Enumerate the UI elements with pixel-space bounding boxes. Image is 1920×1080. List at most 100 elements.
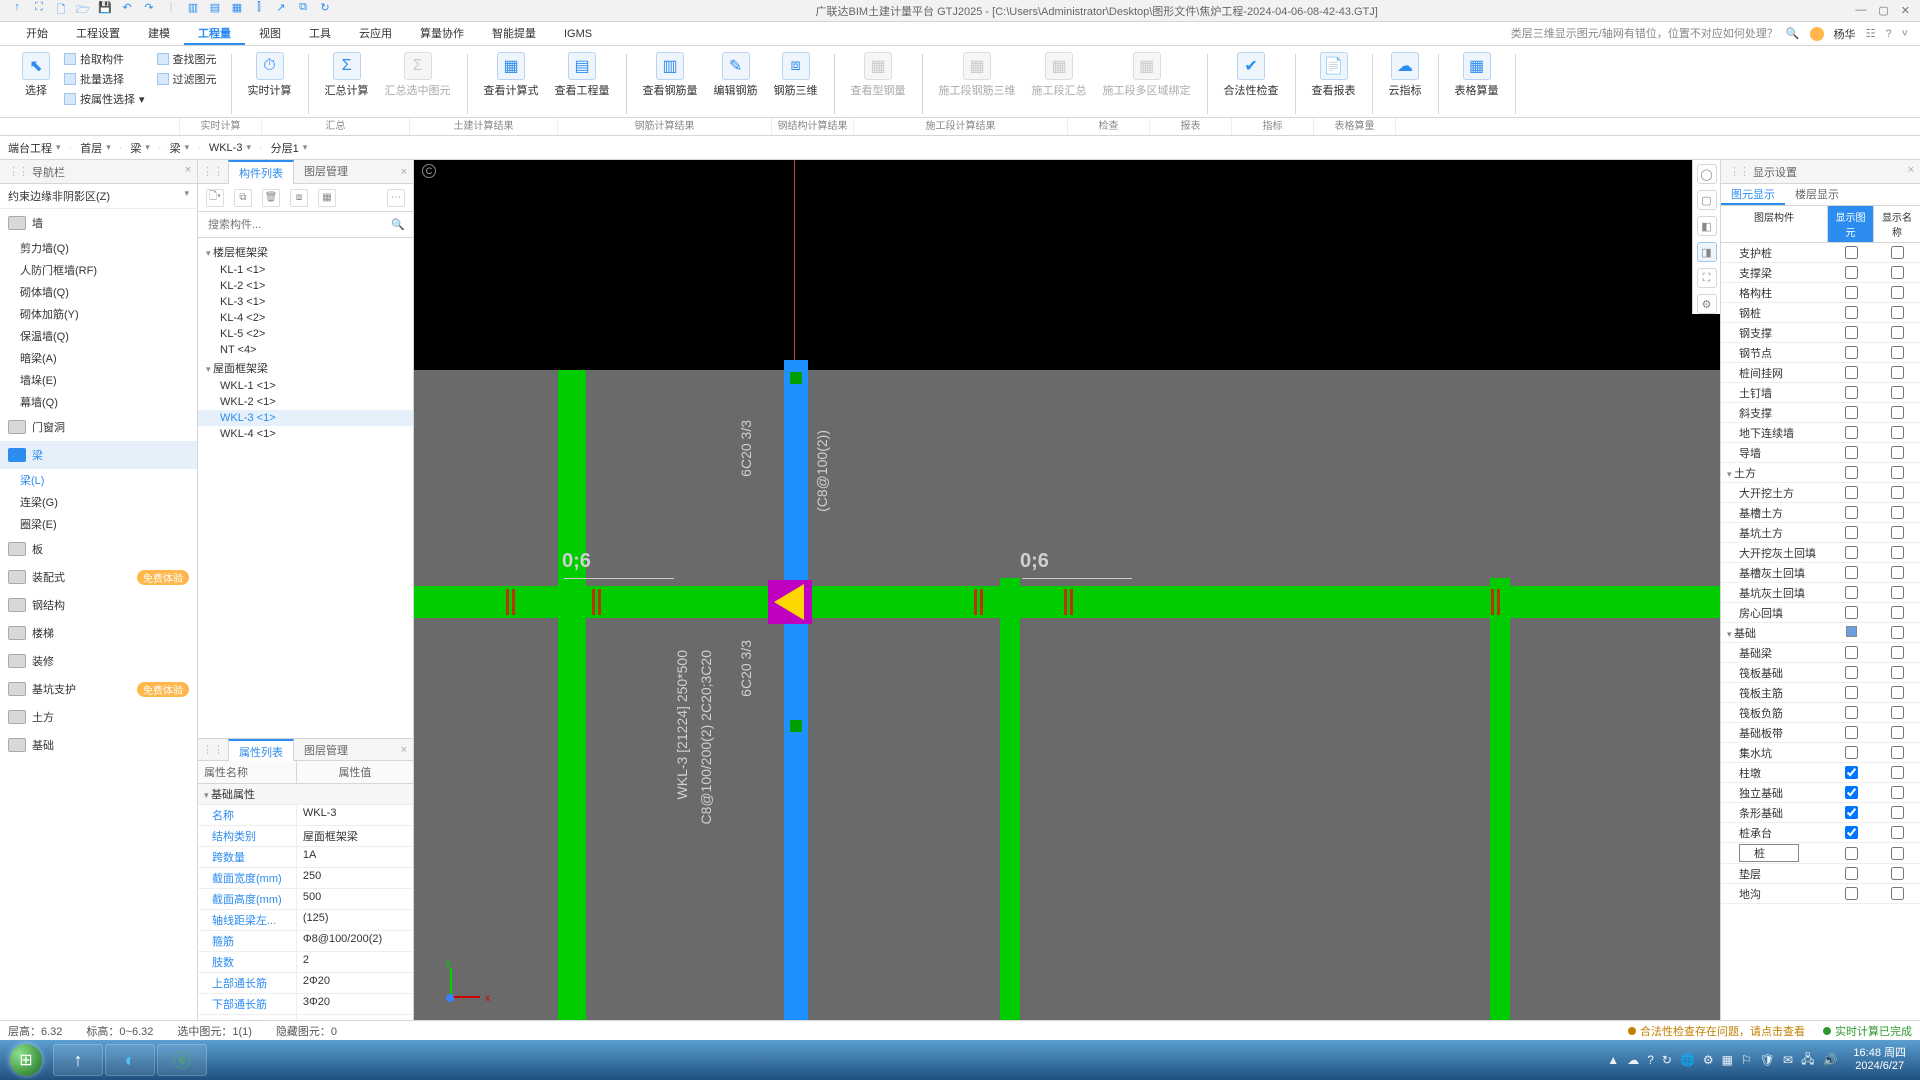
display-item[interactable]: 筏板主筋	[1721, 683, 1920, 703]
ribbon-button[interactable]: ☁云指标	[1383, 50, 1428, 100]
show-element-checkbox[interactable]	[1845, 446, 1858, 459]
close-button[interactable]: ✕	[1901, 4, 1910, 17]
tree-item[interactable]: WKL-4 <1>	[198, 426, 413, 442]
nav-item[interactable]: 暗梁(A)	[0, 347, 197, 369]
select-by-prop-button[interactable]: 按属性选择 ▾	[60, 90, 149, 108]
property-row[interactable]: 上部通长筋2Φ20	[198, 973, 413, 994]
show-element-checkbox[interactable]	[1845, 786, 1858, 799]
delete-button[interactable]: 🗑	[262, 189, 280, 207]
property-row[interactable]: 轴线距梁左...(125)	[198, 910, 413, 931]
show-name-checkbox[interactable]	[1891, 286, 1904, 299]
more-button[interactable]: ⋯	[387, 189, 405, 207]
show-name-checkbox[interactable]	[1891, 246, 1904, 259]
show-name-checkbox[interactable]	[1891, 706, 1904, 719]
avatar-icon[interactable]	[1810, 27, 1824, 41]
nav-item[interactable]: 剪力墙(Q)	[0, 237, 197, 259]
ribbon-button[interactable]: Σ汇总计算	[319, 50, 375, 100]
show-element-checkbox[interactable]	[1845, 546, 1858, 559]
display-item[interactable]: 支撑梁	[1721, 263, 1920, 283]
qat-icon[interactable]: ⫿	[252, 1, 266, 20]
show-name-checkbox[interactable]	[1891, 266, 1904, 279]
tray-icon[interactable]: ▲	[1607, 1053, 1619, 1067]
nav-item[interactable]: 幕墙(Q)	[0, 391, 197, 413]
tray-icon[interactable]: 🔊	[1822, 1053, 1837, 1067]
show-name-checkbox[interactable]	[1891, 366, 1904, 379]
close-icon[interactable]: ×	[1908, 164, 1914, 176]
show-name-checkbox[interactable]	[1891, 867, 1904, 880]
qat-icon[interactable]: ▤	[208, 1, 222, 20]
property-row[interactable]: 肢数2	[198, 952, 413, 973]
display-item[interactable]: 基槽灰土回填	[1721, 563, 1920, 583]
show-name-checkbox[interactable]	[1891, 566, 1904, 579]
display-item[interactable]: 垫层	[1721, 864, 1920, 884]
tree-item[interactable]: KL-2 <1>	[198, 278, 413, 294]
export-button[interactable]: ▦	[318, 189, 336, 207]
show-element-checkbox[interactable]	[1845, 706, 1858, 719]
nav-cat-door[interactable]: 门窗洞	[0, 413, 197, 441]
show-element-checkbox[interactable]	[1845, 266, 1858, 279]
maximize-button[interactable]: ▢	[1878, 4, 1888, 17]
tree-item[interactable]: WKL-2 <1>	[198, 394, 413, 410]
qat-icon[interactable]: 💾	[98, 1, 112, 20]
display-group[interactable]: 基础	[1721, 623, 1920, 643]
show-name-checkbox[interactable]	[1891, 847, 1904, 860]
menu-3[interactable]: 工程量	[184, 22, 245, 45]
tree-item[interactable]: WKL-3 <1>	[198, 410, 413, 426]
close-icon[interactable]: ×	[185, 164, 191, 176]
show-element-checkbox[interactable]	[1845, 887, 1858, 900]
display-item[interactable]: 格构柱	[1721, 283, 1920, 303]
batch-select-button[interactable]: 批量选择	[60, 70, 149, 88]
show-element-checkbox[interactable]	[1845, 806, 1858, 819]
nav-item[interactable]: 连梁(G)	[0, 491, 197, 513]
show-element-checkbox[interactable]	[1845, 486, 1858, 499]
display-item[interactable]: 钢节点	[1721, 343, 1920, 363]
display-item[interactable]: 筏板负筋	[1721, 703, 1920, 723]
show-element-checkbox[interactable]	[1845, 326, 1858, 339]
property-row[interactable]: 名称WKL-3	[198, 805, 413, 826]
type-dropdown[interactable]: 梁	[170, 140, 190, 156]
show-name-checkbox[interactable]	[1891, 506, 1904, 519]
show-element-checkbox[interactable]	[1845, 426, 1858, 439]
tree-group[interactable]: 楼层框架梁	[198, 242, 413, 262]
property-row[interactable]: 结构类别屋面框架梁	[198, 826, 413, 847]
tree-item[interactable]: NT <4>	[198, 342, 413, 358]
view-mode-button[interactable]: ◨	[1697, 242, 1717, 262]
show-name-checkbox[interactable]	[1891, 646, 1904, 659]
show-name-checkbox[interactable]	[1891, 726, 1904, 739]
display-item[interactable]: 柱墩	[1721, 763, 1920, 783]
ribbon-button[interactable]: ⧈钢筋三维	[768, 50, 824, 100]
start-button[interactable]: ⊞	[0, 1040, 52, 1080]
menu-0[interactable]: 开始	[12, 22, 62, 45]
show-name-checkbox[interactable]	[1891, 626, 1904, 639]
show-name-checkbox[interactable]	[1891, 766, 1904, 779]
show-name-checkbox[interactable]	[1891, 446, 1904, 459]
display-item[interactable]: 桩间挂网	[1721, 363, 1920, 383]
ribbon-button[interactable]: ▥查看钢筋量	[637, 50, 704, 100]
display-item[interactable]: 基础板带	[1721, 723, 1920, 743]
nav-cat[interactable]: 装配式免费体验	[0, 563, 197, 591]
show-element-checkbox[interactable]	[1845, 386, 1858, 399]
ribbon-button[interactable]: 📄查看报表	[1306, 50, 1362, 100]
show-name-checkbox[interactable]	[1891, 306, 1904, 319]
tray-icon[interactable]: ?	[1647, 1053, 1654, 1067]
qat-icon[interactable]: ⛶	[32, 1, 46, 20]
nav-item[interactable]: 砌体加筋(Y)	[0, 303, 197, 325]
show-name-checkbox[interactable]	[1891, 386, 1904, 399]
show-name-checkbox[interactable]	[1891, 887, 1904, 900]
show-name-checkbox[interactable]	[1891, 686, 1904, 699]
show-element-checkbox[interactable]	[1845, 726, 1858, 739]
show-name-checkbox[interactable]	[1891, 346, 1904, 359]
show-name-checkbox[interactable]	[1891, 826, 1904, 839]
display-item[interactable]: 桩承台	[1721, 823, 1920, 843]
nav-cat[interactable]: 板	[0, 535, 197, 563]
copy-button[interactable]: ⧉	[234, 189, 252, 207]
display-item[interactable]: 集水坑	[1721, 743, 1920, 763]
find-element-button[interactable]: 查找图元	[153, 50, 221, 68]
show-name-checkbox[interactable]	[1891, 586, 1904, 599]
show-element-checkbox[interactable]	[1845, 566, 1858, 579]
new-button[interactable]: 🗋▾	[206, 189, 224, 207]
display-item[interactable]: 钢桩	[1721, 303, 1920, 323]
show-name-checkbox[interactable]	[1891, 806, 1904, 819]
show-element-checkbox[interactable]	[1845, 466, 1858, 479]
ribbon-button[interactable]: ⏱实时计算	[242, 50, 298, 100]
